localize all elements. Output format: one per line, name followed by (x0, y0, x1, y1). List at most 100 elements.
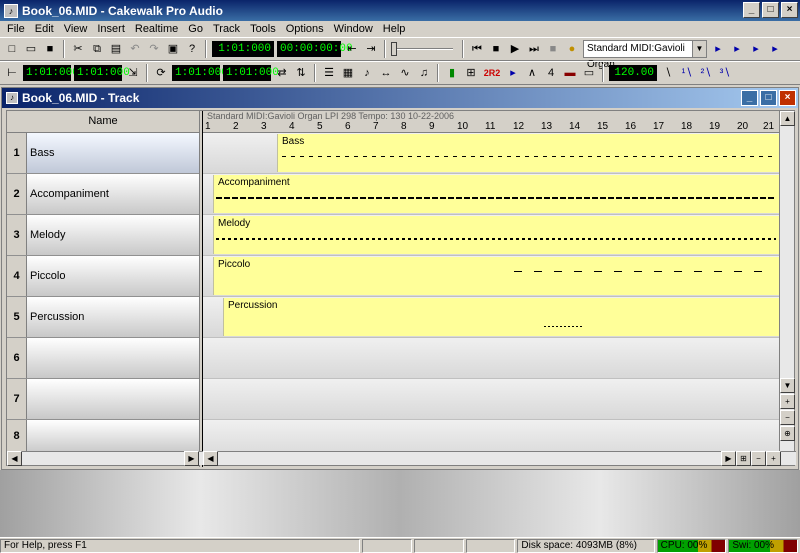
track-name[interactable]: Bass (27, 133, 199, 173)
zoom-out-vertical-icon[interactable]: − (780, 410, 795, 425)
vertical-scrollbar[interactable]: ▲ ▼ + − ⊕ (779, 111, 795, 453)
set-selection-icon[interactable]: ⇲ (125, 65, 141, 81)
thru-time-display[interactable]: 1:01:000 (74, 65, 130, 81)
meter-key-icon[interactable]: 4 (543, 65, 559, 81)
go-to-end-icon[interactable]: ⏭ (526, 41, 542, 57)
menu-realtime[interactable]: Realtime (130, 23, 183, 35)
from-time-display[interactable]: 1:01:000 (23, 65, 79, 81)
track-row[interactable]: 1 Bass (7, 133, 199, 174)
help-icon[interactable]: ? (184, 41, 200, 57)
console-icon[interactable]: ▭ (581, 65, 597, 81)
play-icon[interactable]: ▶ (507, 41, 523, 57)
clip[interactable]: Bass (277, 134, 781, 172)
zoom-out-horizontal-icon[interactable]: − (751, 451, 766, 466)
clips-scroll-left-icon[interactable]: ◀ (203, 451, 218, 466)
clips-scroll-right-icon[interactable]: ▶ (721, 451, 736, 466)
print-icon[interactable]: ▣ (165, 41, 181, 57)
track-row[interactable]: 7 (7, 379, 199, 420)
track-scroll-left-icon[interactable]: ◀ (7, 451, 22, 466)
menu-go[interactable]: Go (183, 23, 208, 35)
track-name[interactable]: Accompaniment (27, 174, 199, 214)
menu-insert[interactable]: Insert (92, 23, 130, 35)
audio-view-icon[interactable]: ∿ (397, 65, 413, 81)
tempo-ratio-3-icon[interactable]: ²∖ (698, 65, 714, 81)
loop-toggle-icon[interactable]: ⇄ (274, 65, 290, 81)
menu-help[interactable]: Help (378, 23, 411, 35)
paste-icon[interactable]: ▤ (108, 41, 124, 57)
track-lane[interactable]: Bass (203, 133, 781, 174)
loop-from-display[interactable]: 1:01:000 (172, 65, 228, 81)
grid-view-icon[interactable]: ▦ (340, 65, 356, 81)
loop-thru-display[interactable]: 1:01:000 (223, 65, 279, 81)
record-icon[interactable]: ■ (545, 41, 561, 57)
scroll-down-icon[interactable]: ▼ (780, 378, 795, 393)
track-number[interactable]: 7 (7, 379, 27, 419)
clip[interactable]: Piccolo (213, 257, 781, 295)
event-list-icon[interactable]: ↔ (378, 65, 394, 81)
marker-icon[interactable]: ⇥ (363, 41, 379, 57)
menu-file[interactable]: File (2, 23, 30, 35)
track-row[interactable]: 8 (7, 420, 199, 453)
menu-options[interactable]: Options (281, 23, 329, 35)
track-number[interactable]: 3 (7, 215, 27, 255)
track-number[interactable]: 2 (7, 174, 27, 214)
track-row[interactable]: 3 Melody (7, 215, 199, 256)
auto-shuttle-icon[interactable]: ⇅ (293, 65, 309, 81)
track-name[interactable] (27, 338, 199, 378)
restore-button[interactable]: □ (762, 2, 779, 18)
set-now-icon[interactable]: ⇤ (344, 41, 360, 57)
panic-icon[interactable]: ● (564, 41, 580, 57)
track-restore-button[interactable]: □ (760, 90, 777, 106)
redo-icon[interactable]: ↷ (146, 41, 162, 57)
track-lane[interactable]: Accompaniment (203, 174, 781, 215)
new-file-icon[interactable]: □ (4, 41, 20, 57)
save-disk-icon[interactable]: ■ (42, 41, 58, 57)
clip[interactable]: Melody (213, 216, 781, 254)
zoom-fit-vertical-icon[interactable]: ⊕ (780, 426, 795, 441)
dropdown-arrow-icon[interactable]: ▼ (692, 41, 706, 57)
clip[interactable]: Accompaniment (213, 175, 781, 213)
loop-icon[interactable]: ⟳ (153, 65, 169, 81)
track-insert-icon[interactable]: ▸ (748, 41, 764, 57)
minimize-button[interactable]: _ (743, 2, 760, 18)
track-lane[interactable] (203, 379, 781, 420)
clips-pane[interactable]: Standard MIDI:Gavioli Organ LPI 298 Temp… (203, 111, 781, 453)
smpte-display[interactable]: 00:00:00:00 (277, 41, 353, 57)
position-slider[interactable] (391, 42, 453, 56)
menu-track[interactable]: Track (208, 23, 245, 35)
open-folder-icon[interactable]: ▭ (23, 41, 39, 57)
step-record-icon[interactable]: ▸ (505, 65, 521, 81)
rewind-icon[interactable]: ⏮ (469, 41, 485, 57)
track-lane[interactable]: Percussion (203, 297, 781, 338)
mute-icon[interactable]: ▮ (444, 65, 460, 81)
track-name[interactable]: Piccolo (27, 256, 199, 296)
copy-icon[interactable]: ⧉ (89, 41, 105, 57)
markers-icon[interactable]: ▬ (562, 65, 578, 81)
tempo-display[interactable]: 120.00 (609, 65, 657, 81)
track-next-icon[interactable]: ▸ (729, 41, 745, 57)
now-time-display[interactable]: 1:01:000 (212, 41, 274, 57)
track-row[interactable]: 5 Percussion (7, 297, 199, 338)
track-row[interactable]: 2 Accompaniment (7, 174, 199, 215)
name-column-header[interactable]: Name (7, 111, 199, 133)
menu-window[interactable]: Window (329, 23, 378, 35)
track-lane[interactable]: Melody (203, 215, 781, 256)
clip[interactable]: Percussion (223, 298, 781, 336)
cut-icon[interactable]: ✂ (70, 41, 86, 57)
undo-icon[interactable]: ↶ (127, 41, 143, 57)
cakewalk-app-icon[interactable]: ♪ (4, 3, 18, 18)
track-view-icon[interactable]: ☰ (321, 65, 337, 81)
track-close-button[interactable]: × (779, 90, 796, 106)
track-minimize-button[interactable]: _ (741, 90, 758, 106)
tempo-ratio-4-icon[interactable]: ³∖ (717, 65, 733, 81)
track-number[interactable]: 5 (7, 297, 27, 337)
scroll-up-icon[interactable]: ▲ (780, 111, 795, 126)
track-lane[interactable] (203, 420, 781, 453)
track-name[interactable] (27, 379, 199, 419)
close-button[interactable]: × (781, 2, 798, 18)
tempo-ratio-2-icon[interactable]: ¹∖ (679, 65, 695, 81)
track-row[interactable]: 4 Piccolo (7, 256, 199, 297)
solo-icon[interactable]: ⊞ (463, 65, 479, 81)
track-lane[interactable] (203, 338, 781, 379)
tempo-ratio-1-icon[interactable]: ∖ (660, 65, 676, 81)
